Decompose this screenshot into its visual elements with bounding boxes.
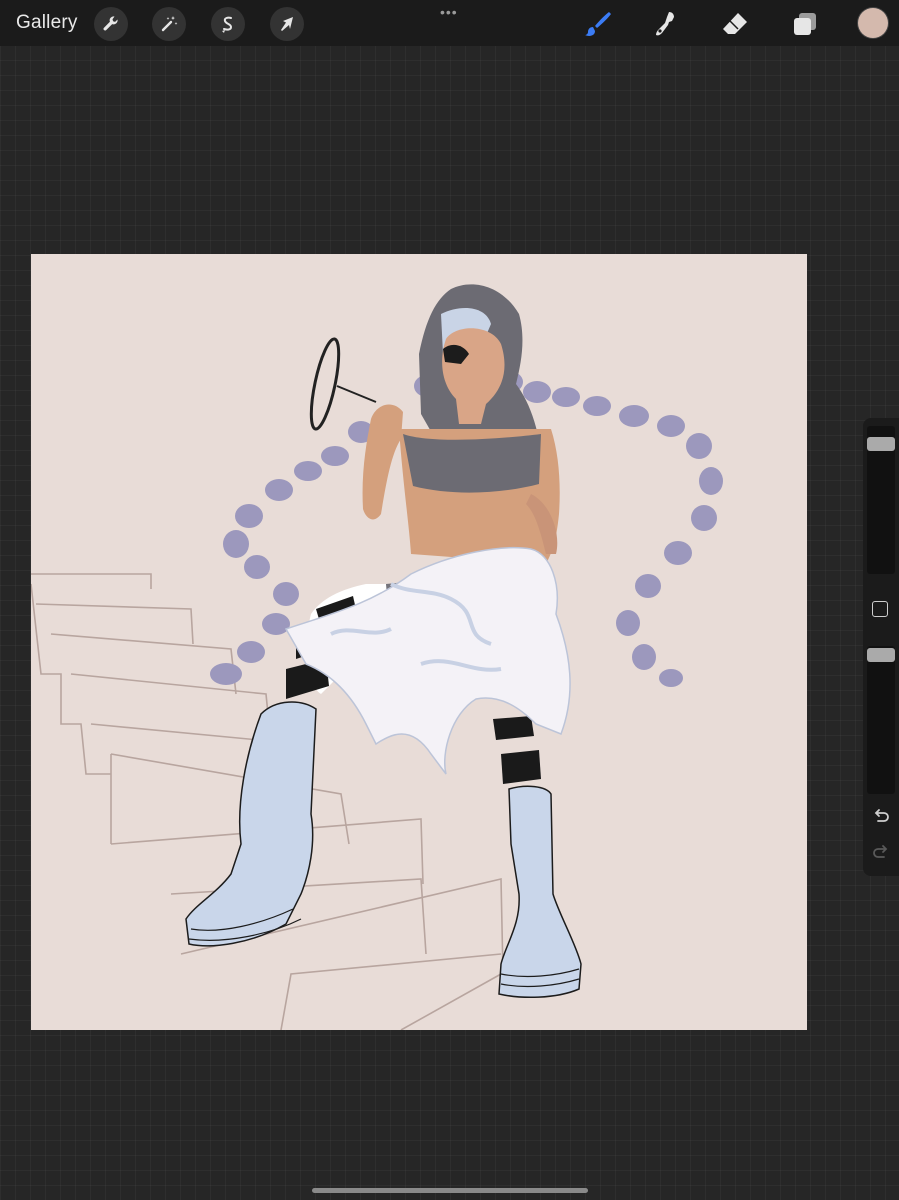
transform-arrow-icon	[281, 17, 293, 31]
layers-button[interactable]	[788, 7, 822, 41]
smudge-tool-button[interactable]	[649, 7, 683, 41]
undo-icon[interactable]	[871, 807, 891, 827]
gallery-button[interactable]: Gallery	[16, 12, 78, 34]
opacity-slider[interactable]	[867, 646, 895, 794]
brush-tool-button[interactable]	[580, 7, 614, 41]
actions-button[interactable]	[94, 7, 128, 41]
more-dots-icon[interactable]: •••	[440, 4, 458, 20]
wrench-icon	[103, 16, 118, 31]
redo-icon[interactable]	[871, 843, 891, 863]
magic-wand-icon	[161, 16, 178, 32]
brush-icon	[585, 12, 611, 36]
layers-icon	[794, 13, 816, 35]
eraser-tool-button[interactable]	[718, 7, 752, 41]
brush-sidebar	[863, 418, 899, 876]
selection-icon	[222, 16, 233, 33]
adjustments-button[interactable]	[152, 7, 186, 41]
smudge-icon	[656, 12, 674, 36]
top-toolbar: Gallery •••	[0, 0, 899, 46]
eraser-icon	[723, 13, 747, 34]
drawing-canvas[interactable]	[31, 254, 807, 1030]
selection-button[interactable]	[211, 7, 245, 41]
home-indicator	[312, 1188, 588, 1193]
opacity-knob[interactable]	[867, 648, 895, 662]
brush-size-knob[interactable]	[867, 437, 895, 452]
artwork-illustration	[31, 284, 723, 1030]
brush-size-slider[interactable]	[867, 426, 895, 574]
modify-button[interactable]	[872, 601, 888, 617]
color-picker-button[interactable]	[858, 8, 888, 38]
transform-button[interactable]	[270, 7, 304, 41]
